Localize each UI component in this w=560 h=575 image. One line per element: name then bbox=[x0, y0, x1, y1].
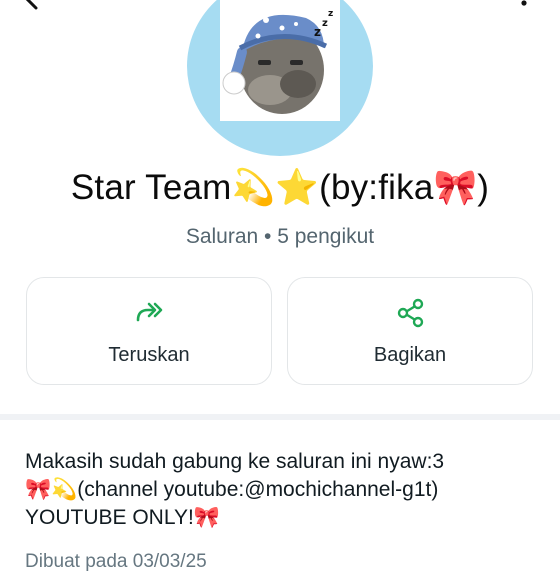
arrow-back-icon[interactable] bbox=[24, 0, 44, 10]
channel-avatar[interactable]: z z z bbox=[187, 0, 373, 156]
forward-button[interactable]: Teruskan bbox=[26, 277, 272, 385]
forward-label: Teruskan bbox=[108, 344, 190, 366]
description-line: Makasih sudah gabung ke saluran ini nyaw… bbox=[25, 450, 445, 473]
sleeping-cat-avatar: z z z bbox=[222, 9, 333, 114]
channel-name: Star Team💫⭐(by:fika🎀) bbox=[70, 168, 490, 207]
description-line: YOUTUBE ONLY!🎀 bbox=[25, 506, 220, 529]
avatar-photo: z z z bbox=[220, 0, 340, 121]
svg-text:z: z bbox=[314, 25, 321, 39]
channel-meta: Saluran • 5 pengikut bbox=[185, 225, 375, 248]
forward-icon bbox=[136, 302, 163, 322]
section-divider bbox=[0, 414, 560, 420]
share-icon bbox=[397, 298, 424, 328]
svg-text:z: z bbox=[322, 18, 328, 29]
description-line: 🎀💫(channel youtube:@mochichannel-g1t) bbox=[25, 478, 439, 501]
share-button[interactable]: Bagikan bbox=[287, 277, 533, 385]
more-vertical-icon[interactable] bbox=[514, 0, 534, 10]
channel-description: Makasih sudah gabung ke saluran ini nyaw… bbox=[25, 448, 545, 532]
svg-text:z: z bbox=[328, 9, 333, 19]
created-date: Dibuat pada 03/03/25 bbox=[25, 551, 207, 572]
share-label: Bagikan bbox=[373, 344, 447, 366]
